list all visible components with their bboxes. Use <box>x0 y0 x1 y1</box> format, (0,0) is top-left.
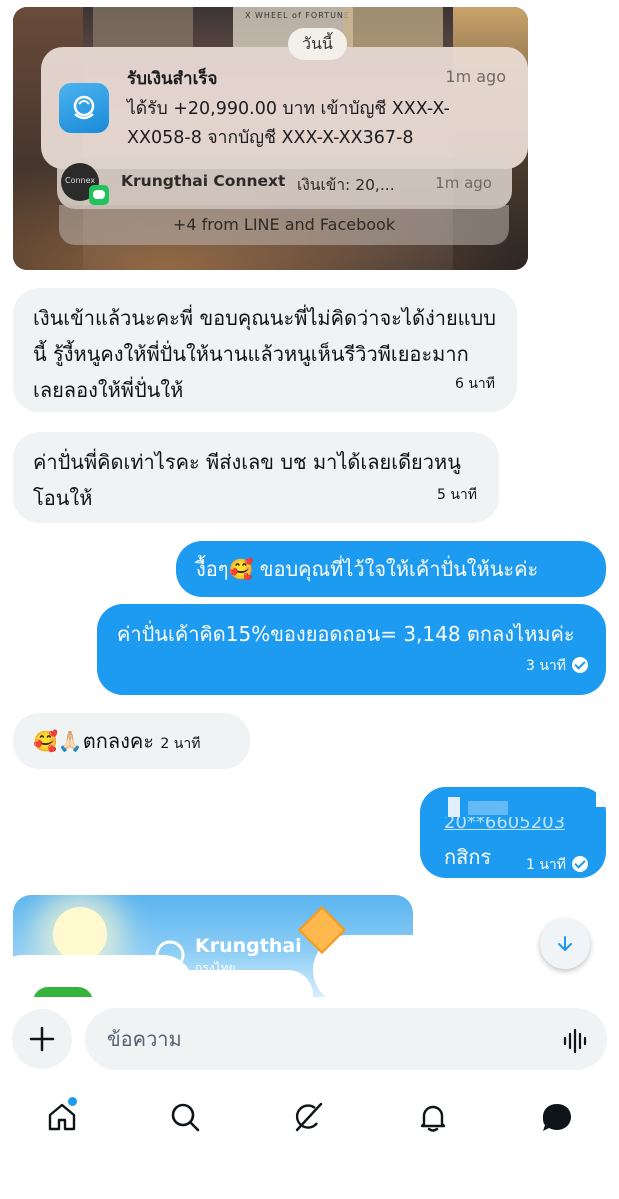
message-time: 6 นาที <box>454 376 495 392</box>
bottom-navigation <box>0 1083 619 1163</box>
connext-notification: Connex Krungthai Connext เงินเข้า: 20,..… <box>57 159 512 209</box>
nav-home[interactable] <box>22 1083 102 1153</box>
notification-screenshot-image[interactable]: X WHEEL of FORTUNE รับเงินสำเร็จ 1m ago … <box>13 7 528 270</box>
bank-name: กสิกร <box>444 845 492 869</box>
messages-icon <box>543 1104 571 1131</box>
nav-grok[interactable] <box>268 1083 348 1153</box>
message-time: 2 นาที <box>160 736 201 752</box>
wallpaper-text: X WHEEL of FORTUNE <box>245 11 350 20</box>
brand-name-thai: กรุงไทย <box>195 961 236 975</box>
bell-icon <box>420 1105 446 1132</box>
nav-search[interactable] <box>145 1083 225 1153</box>
notification-title: รับเงินสำเร็จ <box>127 69 218 89</box>
krungthai-image[interactable]: Krungthai กรุงไทย <box>13 895 413 997</box>
line-app-icon <box>89 185 109 205</box>
message-composer <box>0 997 619 1083</box>
message-status: 1 นาที <box>526 847 588 878</box>
notification-body: เงินเข้า: 20,... <box>297 176 395 194</box>
more-notifications: +4 from LINE and Facebook <box>59 205 509 245</box>
message-text: ค่าปั่นเค้าคิด15%ของยอดถอน= 3,148 ตกลงไห… <box>117 622 575 646</box>
arrow-down-icon <box>558 936 572 951</box>
date-pill: วันนี้ <box>288 28 347 60</box>
wallpaper-card <box>343 7 443 47</box>
outgoing-message[interactable]: งื้อๆ🥰 ขอบคุณที่ไว้ใจให้เค้าปั่นให้นะค่ะ <box>176 541 606 597</box>
message-status: 3 นาที <box>526 648 588 684</box>
sun-graphic <box>53 907 107 961</box>
message-text: งื้อๆ🥰 ขอบคุณที่ไว้ใจให้เค้าปั่นให้นะค่ะ <box>196 557 539 581</box>
nav-messages[interactable] <box>516 1083 596 1153</box>
message-time: 5 นาที <box>436 487 477 503</box>
brand-name: Krungthai <box>195 935 302 957</box>
message-time: 1 นาที <box>525 857 566 873</box>
add-attachment-button[interactable] <box>12 1009 72 1069</box>
message-text: 🥰🙏🏻ตกลงคะ <box>33 729 155 753</box>
outgoing-message[interactable]: 20**6605203 กสิกร 1 นาที <box>420 787 606 878</box>
read-check-icon <box>572 856 588 872</box>
grok-icon <box>295 1102 323 1132</box>
notification-time: 1m ago <box>435 174 492 192</box>
outgoing-message[interactable]: ค่าปั่นเค้าคิด15%ของยอดถอน= 3,148 ตกลงไห… <box>97 604 606 695</box>
incoming-message[interactable]: 🥰🙏🏻ตกลงคะ 2 นาที <box>13 713 250 769</box>
notification-time: 1m ago <box>445 67 506 86</box>
message-text: ค่าปั่นพี่คิดเท่าไรคะ พีส่งเลข บช มาได้เ… <box>33 450 461 510</box>
scroll-to-bottom-button[interactable] <box>540 919 590 969</box>
message-text: เงินเข้าแล้วนะคะพี่ ขอบคุณนะพี่ไม่คิดว่า… <box>33 306 496 402</box>
notification-title: Krungthai Connext <box>121 172 286 190</box>
green-shape <box>33 987 93 997</box>
krungthai-app-icon <box>59 83 109 133</box>
read-check-icon <box>572 657 588 673</box>
voice-message-icon[interactable] <box>562 1027 590 1055</box>
search-icon <box>171 1103 200 1132</box>
nav-notifications[interactable] <box>393 1083 473 1153</box>
incoming-message[interactable]: ค่าปั่นพี่คิดเท่าไรคะ พีส่งเลข บช มาได้เ… <box>13 432 499 523</box>
message-time: 3 นาที <box>525 658 566 674</box>
bank-notification: รับเงินสำเร็จ 1m ago ได้รับ +20,990.00 บ… <box>41 47 528 169</box>
krungthai-logo-icon <box>155 940 185 975</box>
redaction-overlay <box>420 787 606 817</box>
wallpaper-card <box>93 7 193 47</box>
plus-icon <box>29 1026 55 1052</box>
incoming-message[interactable]: เงินเข้าแล้วนะคะพี่ ขอบคุณนะพี่ไม่คิดว่า… <box>13 288 517 412</box>
notification-body: ได้รับ +20,990.00 บาท เข้าบัญชี XXX-X-XX… <box>127 99 450 148</box>
message-input[interactable] <box>85 1008 607 1070</box>
home-notification-dot <box>68 1097 77 1106</box>
